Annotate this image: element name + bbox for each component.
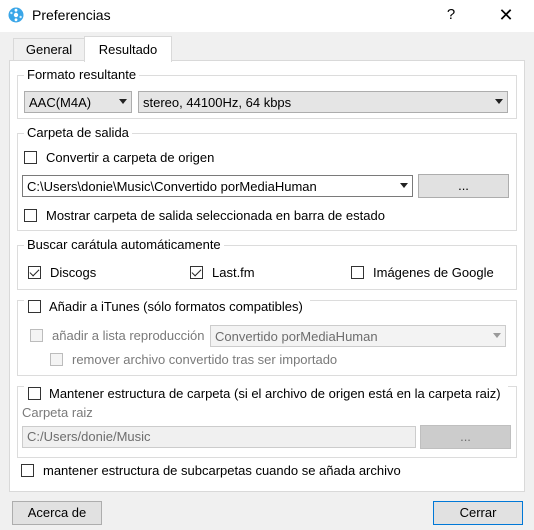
quality-select[interactable]: stereo, 44100Hz, 64 kbps xyxy=(138,91,508,113)
root-folder-field[interactable]: C:/Users/donie/Music xyxy=(22,426,416,448)
playlist-select[interactable]: Convertido porMediaHuman xyxy=(210,325,506,347)
format-select[interactable]: AAC(M4A) xyxy=(24,91,132,113)
tab-general[interactable]: General xyxy=(13,38,85,61)
google-images-checkbox[interactable] xyxy=(351,266,364,279)
convert-to-source-label: Convertir a carpeta de origen xyxy=(46,150,215,165)
format-select-value: AAC(M4A) xyxy=(29,95,92,110)
app-logo-icon xyxy=(8,7,24,23)
lastfm-label: Last.fm xyxy=(212,265,255,280)
add-to-itunes-checkbox[interactable] xyxy=(28,300,41,313)
output-folder-legend: Carpeta de salida xyxy=(27,125,129,140)
keep-subfolders-checkbox[interactable] xyxy=(21,464,34,477)
window-title: Preferencias xyxy=(32,7,111,23)
close-icon[interactable]: ✕ xyxy=(494,4,518,26)
convert-to-source-checkbox[interactable] xyxy=(24,151,37,164)
google-images-label: Imágenes de Google xyxy=(373,265,494,280)
root-folder-label: Carpeta raiz xyxy=(22,405,93,420)
show-in-status-label: Mostrar carpeta de salida seleccionada e… xyxy=(46,208,385,223)
output-path-value: C:\Users\donie\Music\Convertido porMedia… xyxy=(27,179,317,194)
discogs-checkbox[interactable] xyxy=(28,266,41,279)
browse-root-button[interactable]: ... xyxy=(420,425,511,449)
add-to-playlist-label: añadir a lista reproducción xyxy=(52,328,205,343)
artwork-group: Buscar carátula automáticamente xyxy=(17,238,517,290)
keep-subfolders-label: mantener estructura de subcarpetas cuand… xyxy=(43,463,401,478)
tab-resultado[interactable]: Resultado xyxy=(84,36,172,62)
close-button[interactable]: Cerrar xyxy=(433,501,523,525)
remove-after-import-checkbox[interactable] xyxy=(50,353,63,366)
add-to-itunes-label: Añadir a iTunes (sólo formatos compatibl… xyxy=(49,299,303,314)
output-format-legend: Formato resultante xyxy=(27,67,137,82)
help-button[interactable]: ? xyxy=(440,4,462,26)
about-button[interactable]: Acerca de xyxy=(12,501,102,525)
add-to-playlist-checkbox[interactable] xyxy=(30,329,43,342)
remove-after-import-label: remover archivo convertido tras ser impo… xyxy=(72,352,338,367)
chevron-down-icon xyxy=(119,99,127,104)
browse-output-button[interactable]: ... xyxy=(418,174,509,198)
keep-structure-label: Mantener estructura de carpeta (si el ar… xyxy=(49,386,501,401)
discogs-label: Discogs xyxy=(50,265,97,280)
chevron-down-icon xyxy=(493,333,501,338)
show-in-status-checkbox[interactable] xyxy=(24,209,37,222)
keep-structure-checkbox[interactable] xyxy=(28,387,41,400)
playlist-select-value: Convertido porMediaHuman xyxy=(215,329,378,344)
chevron-down-icon xyxy=(400,183,408,188)
chevron-down-icon xyxy=(495,99,503,104)
quality-select-value: stereo, 44100Hz, 64 kbps xyxy=(143,95,292,110)
artwork-legend: Buscar carátula automáticamente xyxy=(27,237,221,252)
output-path-combo[interactable]: C:\Users\donie\Music\Convertido porMedia… xyxy=(22,175,413,197)
lastfm-checkbox[interactable] xyxy=(190,266,203,279)
